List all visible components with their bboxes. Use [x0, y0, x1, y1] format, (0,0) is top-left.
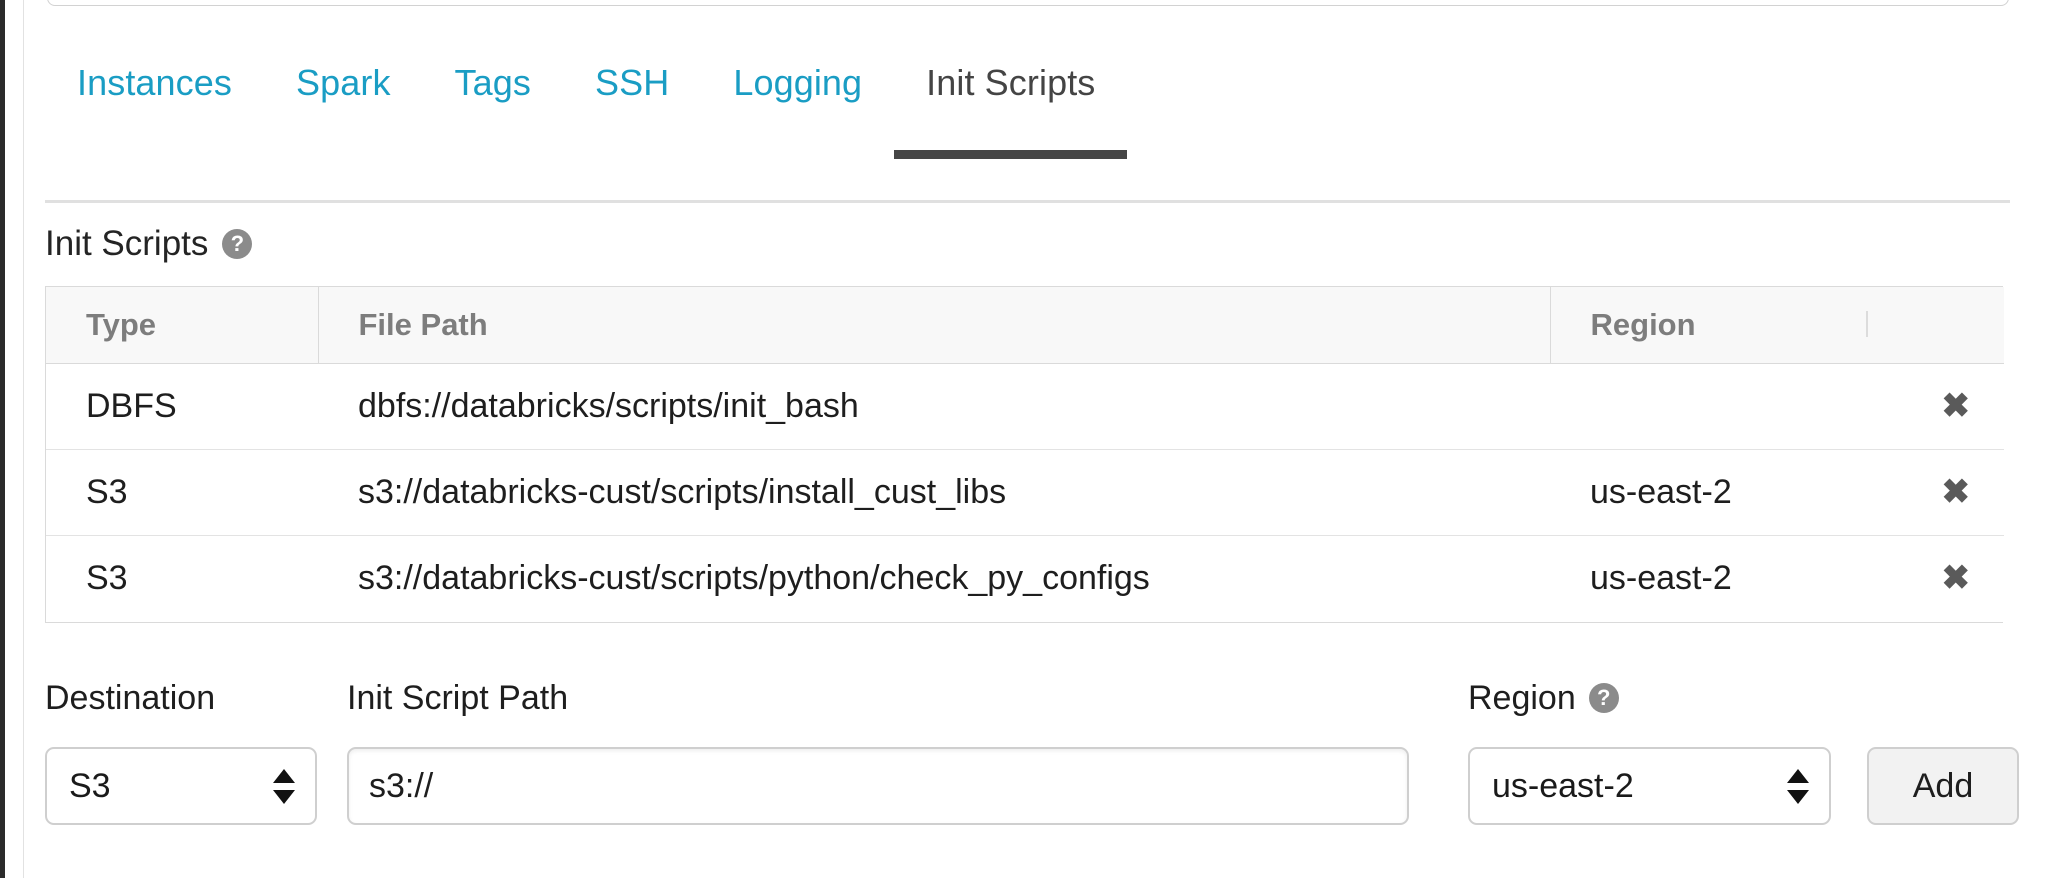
cell-type: S3 [46, 450, 318, 536]
settings-tabs: Instances Spark Tags SSH Logging Init Sc… [45, 48, 2010, 161]
column-header-type: Type [46, 287, 318, 364]
init-script-path-label: Init Script Path [347, 678, 568, 718]
column-header-region-label: Region [1591, 307, 1696, 342]
cell-region: us-east-2 [1550, 536, 1890, 622]
form-label-row: Destination Init Script Path Region ? [45, 678, 2010, 728]
region-label: Region ? [1468, 678, 1619, 718]
destination-label-text: Destination [45, 678, 215, 718]
column-header-region: Region [1550, 287, 1890, 364]
cell-type: S3 [46, 536, 318, 622]
cell-region: us-east-2 [1550, 450, 1890, 536]
column-resize-handle[interactable] [1866, 311, 1868, 337]
remove-script-icon[interactable]: ✖ [1942, 475, 1971, 509]
add-button[interactable]: Add [1867, 747, 2019, 825]
destination-select[interactable]: S3 [45, 747, 317, 825]
cell-type: DBFS [46, 364, 318, 450]
column-header-actions [1890, 287, 2004, 364]
region-question-mark-icon[interactable]: ? [1589, 683, 1619, 713]
tab-logging[interactable]: Logging [701, 48, 894, 159]
tab-tags-label: Tags [455, 62, 531, 103]
cell-file-path: dbfs://databricks/scripts/init_bash [318, 364, 1550, 450]
remove-script-icon[interactable]: ✖ [1942, 561, 1971, 595]
table-header-row: Type File Path Region [46, 287, 2004, 364]
table-row: S3 s3://databricks-cust/scripts/python/c… [46, 536, 2004, 622]
form-control-row: S3 us-east-2 Add [45, 747, 2010, 837]
tab-tags[interactable]: Tags [423, 48, 563, 159]
tab-logging-label: Logging [733, 62, 862, 103]
panel-above-bottom-edge [47, 0, 2009, 6]
tab-instances-label: Instances [77, 62, 232, 103]
region-select[interactable]: us-east-2 [1468, 747, 1831, 825]
cell-actions: ✖ [1890, 536, 2004, 622]
region-label-text: Region [1468, 678, 1576, 718]
select-spinner-icon [1787, 769, 1809, 804]
tab-list: Instances Spark Tags SSH Logging Init Sc… [45, 48, 1127, 159]
tabs-baseline-divider [45, 200, 2010, 203]
cell-actions: ✖ [1890, 364, 2004, 450]
remove-script-icon[interactable]: ✖ [1942, 389, 1971, 423]
tab-spark[interactable]: Spark [264, 48, 423, 159]
region-select-value: us-east-2 [1492, 767, 1634, 806]
tab-ssh-label: SSH [595, 62, 669, 103]
init-scripts-heading: Init Scripts ? [45, 224, 252, 264]
init-script-path-input[interactable] [347, 747, 1409, 825]
init-script-path-label-text: Init Script Path [347, 678, 568, 718]
destination-label: Destination [45, 678, 215, 718]
column-header-file-path: File Path [318, 287, 1550, 364]
tab-init-scripts-label: Init Scripts [926, 62, 1095, 103]
tab-init-scripts[interactable]: Init Scripts [894, 48, 1127, 159]
init-scripts-panel: Instances Spark Tags SSH Logging Init Sc… [0, 0, 2062, 878]
init-scripts-table: Type File Path Region DBFS dbfs://databr… [45, 286, 2003, 623]
table-row: DBFS dbfs://databricks/scripts/init_bash… [46, 364, 2004, 450]
page-title: Init Scripts [45, 224, 208, 264]
cell-region [1550, 364, 1890, 450]
cell-file-path: s3://databricks-cust/scripts/python/chec… [318, 536, 1550, 622]
destination-select-value: S3 [69, 767, 111, 806]
add-init-script-form: Destination Init Script Path Region ? S3… [45, 678, 2010, 837]
select-spinner-icon [273, 769, 295, 804]
content-left-border [23, 0, 24, 878]
tab-ssh[interactable]: SSH [563, 48, 701, 159]
cell-actions: ✖ [1890, 450, 2004, 536]
question-mark-icon[interactable]: ? [222, 229, 252, 259]
tab-instances[interactable]: Instances [45, 48, 264, 159]
tab-spark-label: Spark [296, 62, 391, 103]
active-tab-underline [894, 150, 1127, 159]
table-row: S3 s3://databricks-cust/scripts/install_… [46, 450, 2004, 536]
left-edge-gap [5, 0, 15, 878]
cell-file-path: s3://databricks-cust/scripts/install_cus… [318, 450, 1550, 536]
